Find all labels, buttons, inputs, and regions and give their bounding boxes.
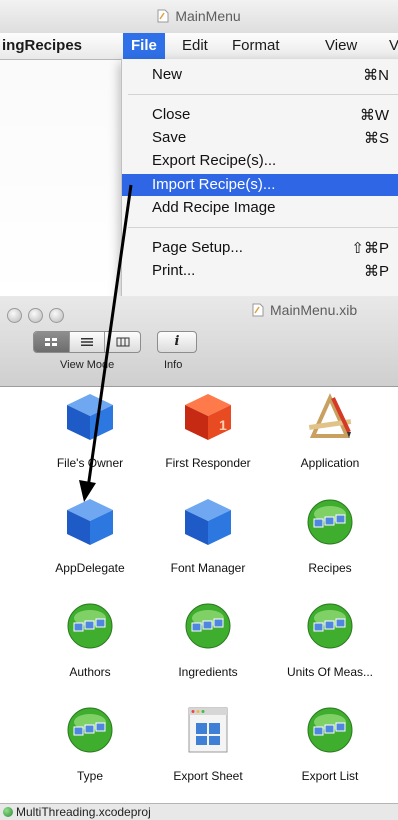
menu-item-save[interactable]: Save ⌘S — [122, 127, 398, 149]
menu-item-close[interactable]: Close ⌘W — [122, 104, 398, 126]
svg-text:1: 1 — [219, 417, 227, 433]
object-first-responder[interactable]: 1 First Responder — [148, 392, 268, 482]
window-icon — [188, 707, 228, 753]
menu-separator — [128, 94, 398, 95]
view-mode-label: View Mode — [60, 359, 115, 371]
object-application[interactable]: Application — [270, 392, 390, 482]
menu-window[interactable]: V — [389, 33, 398, 59]
menu-file[interactable]: File — [123, 33, 165, 59]
menu-item-new[interactable]: New ⌘N — [122, 64, 398, 86]
menu-edit[interactable]: Edit — [182, 33, 208, 59]
array-controller-icon — [67, 603, 113, 649]
blue-cube-icon — [185, 499, 231, 545]
columns-icon — [116, 337, 130, 347]
object-ingredients[interactable]: Ingredients — [148, 601, 268, 691]
info-label: Info — [164, 359, 183, 371]
blue-cube-icon — [67, 394, 113, 440]
blue-cube-icon — [67, 499, 113, 545]
array-controller-icon — [307, 499, 353, 545]
object-export-list[interactable]: Export List — [270, 705, 390, 795]
menu-separator — [128, 227, 398, 228]
array-controller-icon — [67, 707, 113, 753]
object-files-owner[interactable]: File's Owner — [30, 392, 150, 482]
object-units-of-measure[interactable]: Units Of Meas... — [270, 601, 390, 691]
close-button[interactable] — [7, 308, 22, 323]
object-font-manager[interactable]: Font Manager — [148, 497, 268, 587]
window-title: MainMenu — [175, 8, 241, 24]
object-recipes[interactable]: Recipes — [270, 497, 390, 587]
object-export-sheet[interactable]: Export Sheet — [148, 705, 268, 795]
menu-format[interactable]: Format — [232, 33, 280, 59]
array-controller-icon — [185, 603, 231, 649]
object-type[interactable]: Type — [30, 705, 150, 795]
menu-item-add-recipe-image[interactable]: Add Recipe Image — [122, 197, 398, 219]
icon-view-button[interactable] — [34, 332, 70, 352]
application-icon — [308, 393, 352, 438]
file-menu-dropdown: New ⌘N Close ⌘W Save ⌘S Export Recipe(s)...… — [121, 59, 398, 297]
zoom-button[interactable] — [49, 308, 64, 323]
list-view-button[interactable] — [70, 332, 106, 352]
project-name: MultiThreading.xcodeproj — [16, 805, 151, 819]
menu-item-import-recipes[interactable]: Import Recipe(s)... — [122, 174, 398, 196]
list-icon — [81, 338, 93, 346]
info-button[interactable]: i — [157, 331, 197, 353]
view-mode-control — [33, 331, 141, 353]
status-indicator-icon — [3, 807, 13, 817]
document-icon — [252, 303, 264, 317]
menu-view[interactable]: View — [325, 33, 357, 59]
object-authors[interactable]: Authors — [30, 601, 150, 691]
menu-item-export-recipes[interactable]: Export Recipe(s)... — [122, 150, 398, 172]
array-controller-icon — [307, 603, 353, 649]
window-titlebar: MainMenu — [0, 0, 398, 34]
object-appdelegate[interactable]: AppDelegate — [30, 497, 150, 587]
xib-window-title: MainMenu.xib — [252, 302, 357, 318]
menu-item-print[interactable]: Print... ⌘P — [122, 260, 398, 282]
menu-item-page-setup[interactable]: Page Setup... ⇧⌘P — [122, 237, 398, 259]
red-cube-icon: 1 — [185, 394, 231, 440]
menu-bar: ingRecipes File Edit Format View V — [0, 33, 398, 60]
app-menu[interactable]: ingRecipes — [2, 33, 82, 59]
background-window — [0, 60, 120, 300]
column-view-button[interactable] — [105, 332, 140, 352]
minimize-button[interactable] — [28, 308, 43, 323]
document-icon — [157, 9, 169, 23]
status-bar: MultiThreading.xcodeproj — [0, 803, 398, 820]
array-controller-icon — [307, 707, 353, 753]
xib-toolbar: MainMenu.xib i View Mode Info — [0, 296, 398, 387]
icon-grid-icon — [45, 338, 58, 346]
